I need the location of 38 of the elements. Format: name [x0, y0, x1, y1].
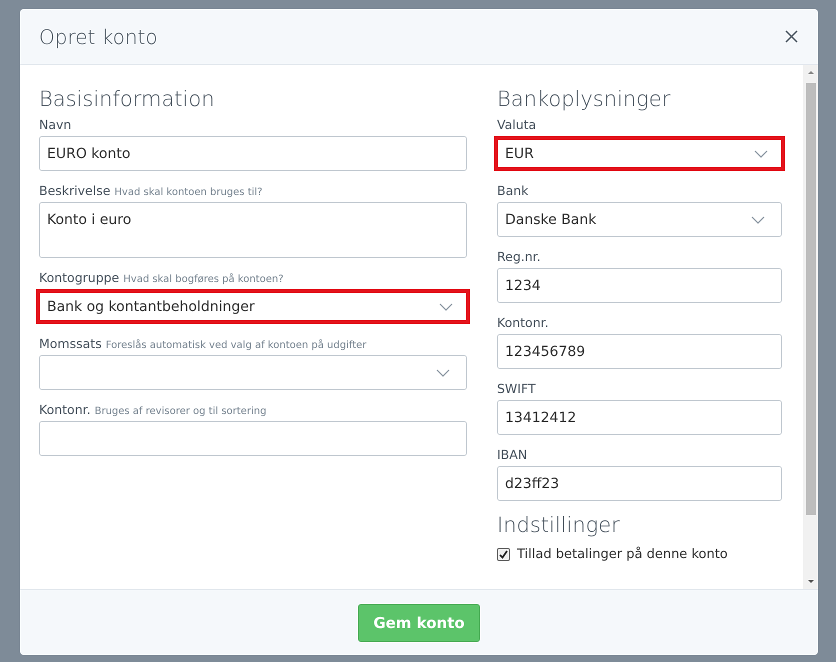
field-label: Reg.nr.: [497, 249, 541, 264]
dropdown[interactable]: Danske Bank: [497, 202, 782, 237]
field-hint: Foreslås automatisk ved valg af kontoen på udgifter: [106, 340, 366, 351]
section-title: Bankoplysninger: [497, 87, 672, 111]
field-label: Kontonr.: [39, 402, 91, 417]
dropdown[interactable]: [39, 355, 467, 390]
input-field[interactable]: 123456789: [497, 334, 782, 369]
field-label: Beskrivelse: [39, 183, 110, 198]
section-title: Basisinformation: [39, 87, 216, 111]
input-field[interactable]: [39, 421, 467, 456]
dropdown[interactable]: Bank og kontantbeholdninger: [36, 289, 470, 324]
scrollbar[interactable]: [803, 65, 818, 589]
dialog-title: Opret konto: [39, 24, 158, 48]
field-label: IBAN: [497, 447, 528, 462]
field-label: Valuta: [497, 117, 536, 132]
field-label: SWIFT: [497, 381, 536, 396]
checkbox-label: Tillad betalinger på denne konto: [517, 547, 728, 562]
input-field[interactable]: EURO konto: [39, 136, 467, 171]
dropdown[interactable]: EUR: [494, 136, 785, 171]
input-field[interactable]: 13412412: [497, 400, 782, 435]
chevron-down-icon: [751, 216, 765, 224]
chevron-down-icon: [754, 150, 768, 158]
field-hint: Bruges af revisorer og til sortering: [94, 406, 266, 417]
close-button[interactable]: [783, 28, 800, 45]
field-hint: Hvad skal bogføres på kontoen?: [123, 274, 284, 285]
field-hint: Hvad skal kontoen bruges til?: [114, 187, 262, 198]
field-label: Momssats: [39, 336, 102, 351]
checkbox[interactable]: [497, 548, 510, 561]
input-field[interactable]: 1234: [497, 268, 782, 303]
input-field[interactable]: d23ff23: [497, 466, 782, 501]
text-area[interactable]: Konto i euro: [39, 202, 467, 258]
section-title: Indstillinger: [497, 513, 621, 537]
field-label: Navn: [39, 117, 72, 132]
chevron-down-icon: [439, 302, 453, 310]
field-label: Kontogruppe: [39, 270, 120, 285]
field-label: Kontonr.: [497, 315, 549, 330]
field-label: Bank: [497, 183, 528, 198]
chevron-down-icon: [436, 368, 450, 376]
